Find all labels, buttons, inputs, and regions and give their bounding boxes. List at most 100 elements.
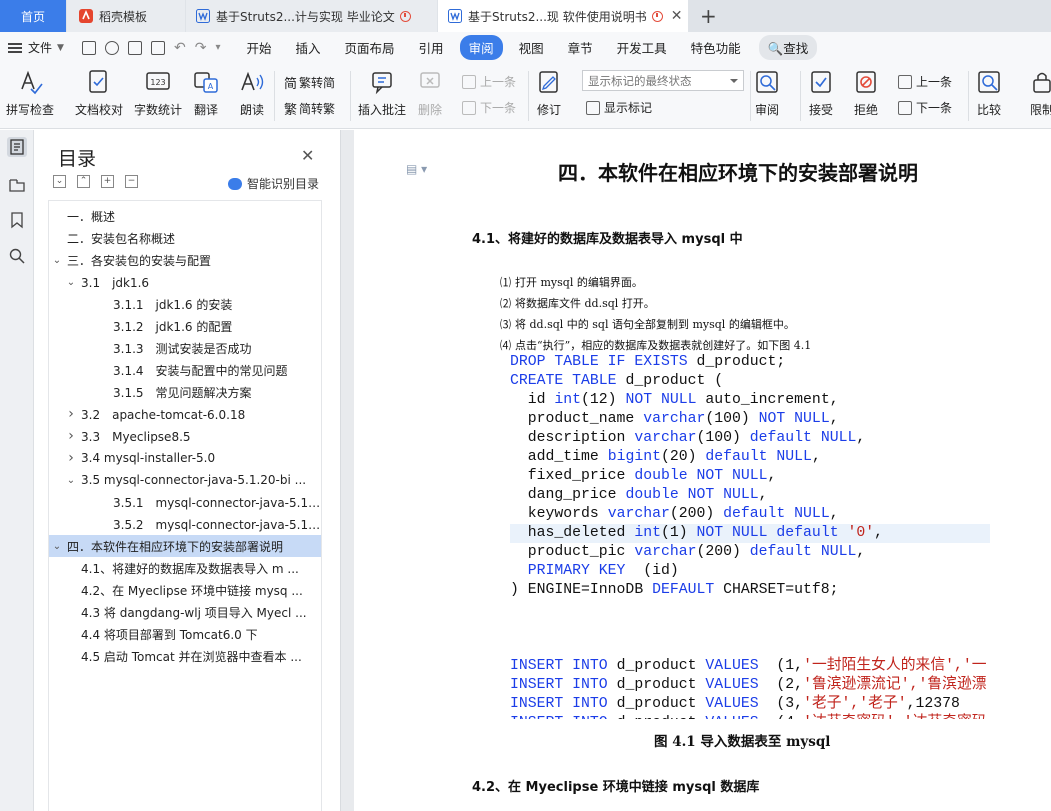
toc-item[interactable]: 3.1.2 jdk1.6 的配置 bbox=[49, 315, 321, 337]
toc-item[interactable]: ⌄ 四．本软件在相应环境下的安装部署说明 bbox=[49, 535, 321, 557]
toc-item[interactable]: 一．概述 bbox=[49, 205, 321, 227]
next-comment-icon bbox=[462, 100, 476, 115]
section-heading-text: 4.1、将建好的数据库及数据表导入 mysql 中 bbox=[472, 232, 743, 247]
menu-view[interactable]: 视图 bbox=[507, 38, 556, 57]
chevron-down-icon[interactable]: ⌄ bbox=[51, 255, 63, 266]
spell-check-button[interactable]: 拼写检查 bbox=[6, 69, 54, 118]
chevron-right-icon[interactable]: › bbox=[65, 406, 77, 422]
menu-start[interactable]: 开始 bbox=[235, 38, 284, 57]
toc-item[interactable]: 4.5 启动 Tomcat 并在浏览器中查看本 ... bbox=[49, 645, 321, 667]
toc-item[interactable]: 3.1.4 安装与配置中的常见问题 bbox=[49, 359, 321, 381]
toc-item[interactable]: 4.4 将项目部署到 Tomcat6.0 下 bbox=[49, 623, 321, 645]
toc-item[interactable]: 3.5.2 mysql-connector-java-5.1 ... bbox=[49, 513, 321, 535]
remove-heading-icon[interactable]: − bbox=[125, 175, 138, 188]
toc-item[interactable]: › 3.2 apache-tomcat-6.0.18 bbox=[49, 403, 321, 425]
prev-comment-button[interactable]: 上一条 bbox=[462, 73, 516, 90]
chevron-right-icon[interactable]: › bbox=[65, 428, 77, 444]
tab-home[interactable]: 首页 bbox=[0, 0, 66, 32]
redo-icon[interactable]: ↷ bbox=[195, 40, 207, 56]
to-simplified-button[interactable]: 简 繁转简 bbox=[284, 73, 335, 92]
toc-item[interactable]: ⌄ 三．各安装包的安装与配置 bbox=[49, 249, 321, 271]
chapter-pane-icon[interactable] bbox=[7, 175, 27, 195]
chevron-right-icon[interactable]: › bbox=[65, 450, 77, 466]
print-preview-icon[interactable] bbox=[151, 40, 165, 55]
chevron-down-icon[interactable]: ⌄ bbox=[65, 277, 77, 288]
markup-status-select[interactable]: 显示标记的最终状态 bbox=[582, 70, 744, 91]
toc-item[interactable]: 3.1.1 jdk1.6 的安装 bbox=[49, 293, 321, 315]
menu-review[interactable]: 审阅 bbox=[459, 35, 503, 60]
chevron-down-icon[interactable]: ⌄ bbox=[51, 541, 63, 552]
review-pane-button[interactable]: 审阅 bbox=[754, 69, 780, 118]
reject-button[interactable]: 拒绝 bbox=[853, 69, 879, 118]
accept-button[interactable]: 接受 bbox=[808, 69, 834, 118]
paragraph-handle-icon[interactable]: ▤ ▾ bbox=[406, 162, 427, 176]
export-icon[interactable] bbox=[105, 40, 119, 55]
chevron-down-icon[interactable]: ⌄ bbox=[65, 475, 77, 486]
compare-button[interactable]: 比较 bbox=[976, 69, 1002, 118]
delete-comment-button[interactable]: 删除 bbox=[417, 69, 443, 118]
close-tab-icon[interactable]: ✕ bbox=[671, 8, 683, 24]
next-comment-button[interactable]: 下一条 bbox=[462, 99, 516, 116]
revise-button[interactable]: 修订 bbox=[536, 69, 562, 118]
search-icon[interactable] bbox=[7, 246, 27, 266]
toc-item[interactable]: ⌄ 3.1 jdk1.6 bbox=[49, 271, 321, 293]
next-comment-label: 下一条 bbox=[480, 101, 517, 115]
toc-pane-icon[interactable] bbox=[7, 137, 27, 157]
bookmark-icon[interactable] bbox=[7, 210, 27, 230]
sql-keyword: INSERT INTO bbox=[510, 658, 608, 674]
save-icon[interactable] bbox=[82, 40, 96, 55]
expand-up-icon[interactable]: ⌃ bbox=[77, 175, 90, 188]
toc-item[interactable]: 3.1.5 常见问题解决方案 bbox=[49, 381, 321, 403]
toc-item[interactable]: › 3.3 Myeclipse8.5 bbox=[49, 425, 321, 447]
file-menu[interactable]: 文件 ▼ bbox=[0, 39, 82, 56]
toc-item[interactable]: 4.3 将 dangdang-wlj 项目导入 Myecl ... bbox=[49, 601, 321, 623]
toc-item[interactable]: 二．安装包名称概述 bbox=[49, 227, 321, 249]
tab-document-paper[interactable]: 基于Struts2...计与实现 毕业论文 bbox=[186, 0, 437, 32]
lock-icon bbox=[1033, 72, 1051, 93]
tab-templates[interactable]: 稻壳模板 bbox=[67, 0, 185, 32]
toc-item[interactable]: 4.2、在 Myeclipse 环境中链接 mysq ... bbox=[49, 579, 321, 601]
more-icon[interactable]: ▾ bbox=[215, 42, 220, 53]
tab-document-manual[interactable]: 基于Struts2...现 软件使用说明书 ✕ bbox=[438, 0, 688, 32]
toc-item[interactable]: › 3.4 mysql-installer-5.0 bbox=[49, 447, 321, 469]
print-icon[interactable] bbox=[128, 40, 142, 55]
toc-item[interactable]: ⌄ 3.5 mysql-connector-java-5.1.20-bi ... bbox=[49, 469, 321, 491]
toc-item-label: 3.5.2 mysql-connector-java-5.1 ... bbox=[113, 517, 321, 532]
menu-page-layout[interactable]: 页面布局 bbox=[333, 38, 407, 57]
ribbon-divider bbox=[750, 71, 751, 121]
close-icon[interactable]: ✕ bbox=[301, 146, 314, 165]
insert-comment-icon bbox=[372, 72, 392, 95]
toc-item[interactable]: 3.1.3 测试安装是否成功 bbox=[49, 337, 321, 359]
sql-keyword: double NOT NULL bbox=[634, 468, 768, 484]
document-page[interactable]: ▤ ▾ 四．本软件在相应环境下的安装部署说明 4.1、将建好的数据库及数据表导入… bbox=[354, 130, 1051, 811]
menu-chapter[interactable]: 章节 bbox=[556, 38, 605, 57]
pane-splitter[interactable] bbox=[340, 130, 354, 811]
insert-comment-button[interactable]: 插入批注 bbox=[358, 69, 406, 118]
code-line: fixed_price double NOT NULL, bbox=[510, 467, 777, 486]
menu-references[interactable]: 引用 bbox=[407, 38, 456, 57]
undo-icon[interactable]: ↶ bbox=[174, 40, 186, 56]
collapse-all-icon[interactable]: ⌄ bbox=[53, 175, 66, 188]
translate-button[interactable]: A 翻译 bbox=[193, 69, 219, 118]
proofread-button[interactable]: 文档校对 bbox=[75, 69, 123, 118]
show-markup-button[interactable]: 显示标记 bbox=[586, 99, 652, 116]
word-count-button[interactable]: 123 字数统计 bbox=[134, 69, 182, 118]
menu-developer[interactable]: 开发工具 bbox=[605, 38, 679, 57]
search-button[interactable]: 🔍查找 bbox=[758, 35, 818, 60]
add-heading-icon[interactable]: + bbox=[101, 175, 114, 188]
menu-features[interactable]: 特色功能 bbox=[679, 38, 753, 57]
sql-text: (12) bbox=[581, 392, 626, 408]
sql-text: (100) bbox=[696, 430, 750, 446]
menu-insert[interactable]: 插入 bbox=[284, 38, 333, 57]
smart-toc-button[interactable]: 智能识别目录 bbox=[228, 175, 319, 192]
sql-string: '老子','老子' bbox=[803, 696, 907, 712]
new-tab-button[interactable]: + bbox=[700, 2, 717, 30]
sql-text: ,12378 bbox=[906, 696, 960, 712]
toc-item[interactable]: 4.1、将建好的数据库及数据表导入 m ... bbox=[49, 557, 321, 579]
read-aloud-button[interactable]: 朗读 bbox=[239, 69, 265, 118]
next-change-button[interactable]: 下一条 bbox=[898, 99, 952, 116]
to-traditional-button[interactable]: 繁 简转繁 bbox=[284, 99, 335, 118]
toc-item[interactable]: 3.5.1 mysql-connector-java-5.1 ... bbox=[49, 491, 321, 513]
prev-change-button[interactable]: 上一条 bbox=[898, 73, 952, 90]
restrict-editing-button[interactable]: 限制 bbox=[1030, 69, 1051, 118]
